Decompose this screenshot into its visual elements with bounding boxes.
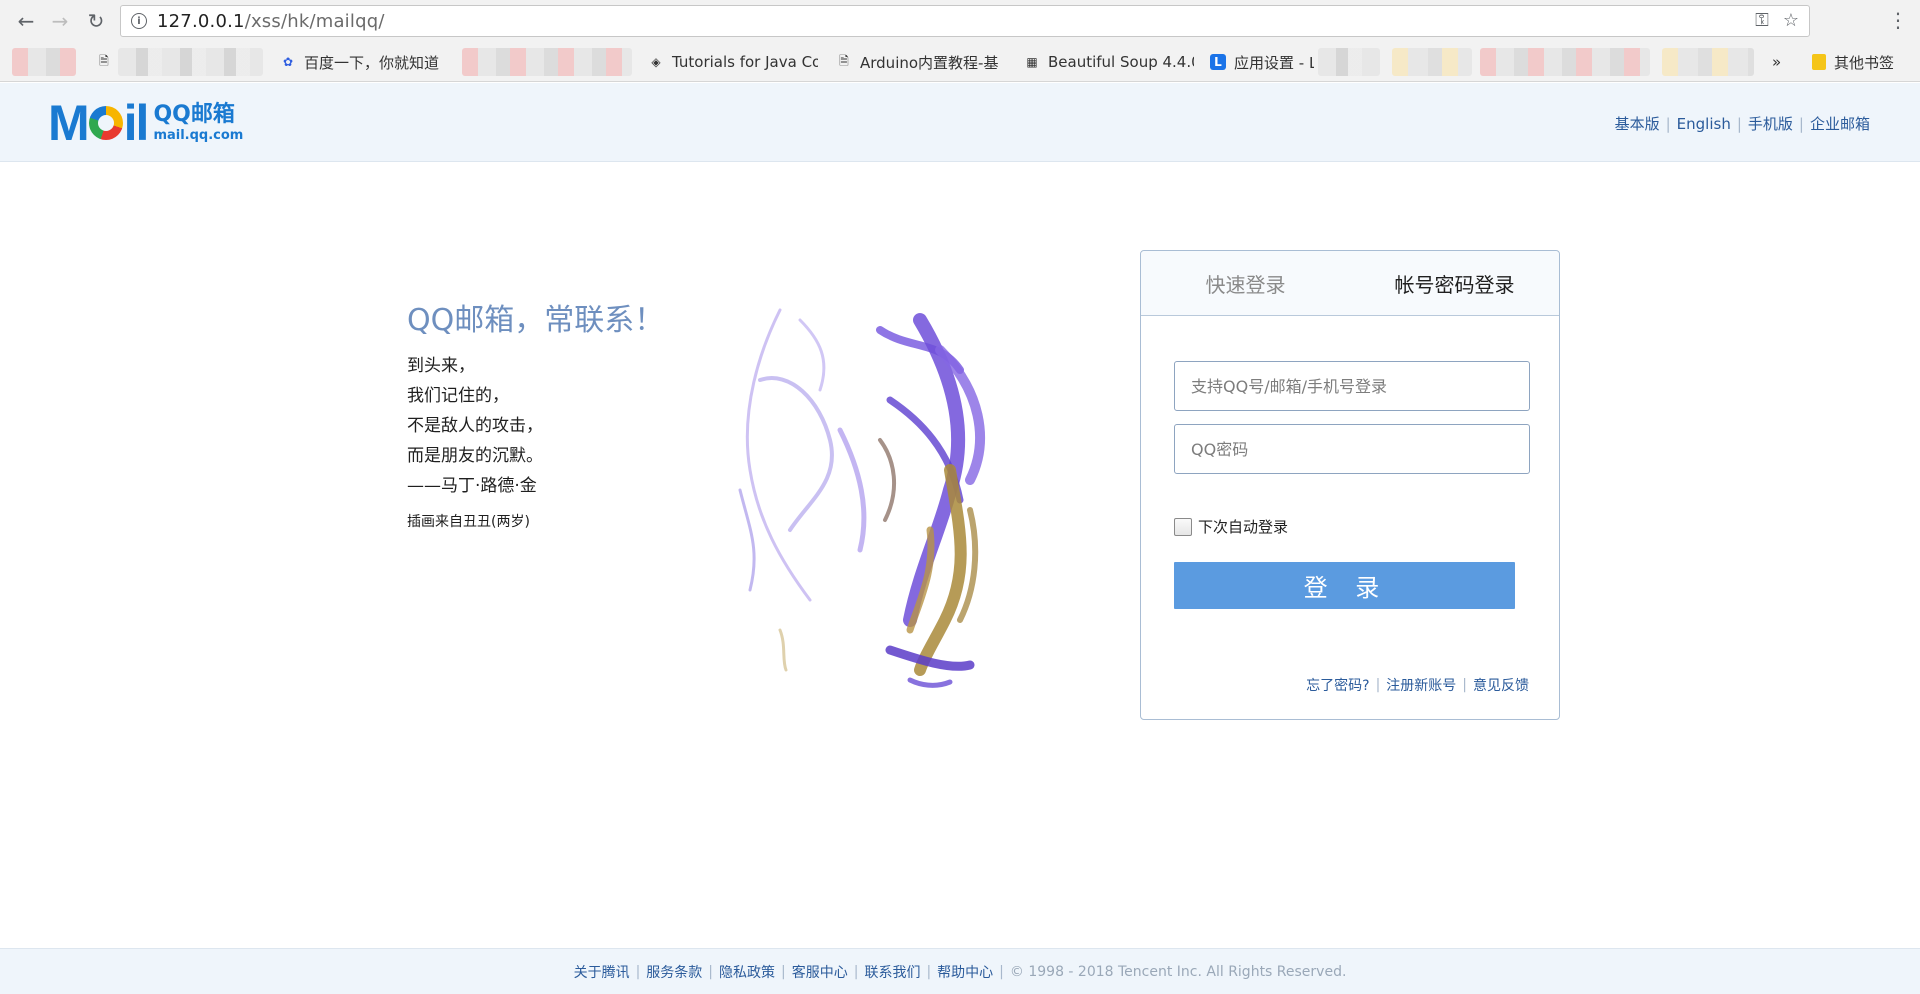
logo-mail-wordmark: Mil — [48, 95, 149, 151]
blurred-bookmark[interactable] — [1480, 48, 1650, 76]
auto-login-row: 下次自动登录 — [1174, 516, 1288, 537]
register-link[interactable]: 注册新账号 — [1386, 675, 1456, 695]
tab-quick-login[interactable]: 快速登录 — [1141, 251, 1350, 315]
book-icon: ▦ — [1026, 55, 1038, 69]
feedback-link[interactable]: 意见反馈 — [1473, 675, 1529, 695]
footer-copyright: © 1998 - 2018 Tencent Inc. All Rights Re… — [1009, 963, 1347, 980]
browser-toolbar: ← → ↻ i 127.0.0.1/xss/hk/mailqq/ ⚿ ☆ ⋮ — [0, 0, 1920, 42]
footer-help-link[interactable]: 帮助中心 — [937, 962, 993, 982]
bookmark-app-settings[interactable]: L 应用设置 - L — [1210, 51, 1314, 73]
site-header: Mil QQ邮箱 mail.qq.com 基本版 | English | 手机版 | … — [0, 83, 1920, 162]
login-tabs: 快速登录 帐号密码登录 — [1141, 251, 1559, 316]
arrow-left-icon: ← — [17, 9, 35, 33]
login-help-links: 忘了密码? | 注册新账号 | 意见反馈 — [1306, 675, 1529, 695]
footer-about-link[interactable]: 关于腾讯 — [574, 962, 630, 982]
menu-kebab-icon[interactable]: ⋮ — [1888, 8, 1908, 32]
folder-icon — [1812, 54, 1826, 70]
account-input[interactable] — [1174, 361, 1530, 411]
logo-domain: mail.qq.com — [153, 128, 244, 143]
blurred-bookmark[interactable] — [1318, 48, 1380, 76]
blurred-bookmark[interactable] — [1662, 48, 1754, 76]
url-host: 127.0.0.1 — [157, 10, 245, 32]
info-icon[interactable]: i — [131, 13, 147, 29]
footer-contact-link[interactable]: 联系我们 — [864, 962, 920, 982]
reload-button[interactable]: ↻ — [82, 7, 110, 35]
intro-section: QQ邮箱，常联系！ 到头来， 我们记住的， 不是敌人的攻击， 而是朋友的沉默。 … — [407, 295, 707, 531]
site-footer: 关于腾讯 | 服务条款 | 隐私政策 | 客服中心 | 联系我们 | 帮助中心 | © 19… — [0, 948, 1920, 994]
poem-line: 到头来， — [407, 356, 475, 376]
footer-support-link[interactable]: 客服中心 — [792, 962, 848, 982]
mobile-version-link[interactable]: 手机版 — [1748, 113, 1793, 134]
bookmark-java-tutorials[interactable]: ◈ Tutorials for Java Co — [648, 51, 818, 73]
blurred-bookmark[interactable] — [12, 48, 76, 76]
url-path: /xss/hk/mailqq/ — [244, 10, 385, 32]
url-text: 127.0.0.1/xss/hk/mailqq/ — [157, 11, 385, 32]
basic-version-link[interactable]: 基本版 — [1615, 113, 1660, 134]
key-icon[interactable]: ⚿ — [1755, 10, 1769, 31]
star-icon[interactable]: ☆ — [1783, 10, 1799, 31]
password-input[interactable] — [1174, 424, 1530, 474]
child-painting-illustration — [738, 308, 985, 688]
bookmarks-bar: 🗎 ✿ 百度一下，你就知道 ◈ Tutorials for Java Co 🗎 … — [0, 42, 1920, 82]
bookmarks-overflow[interactable]: » — [1772, 51, 1781, 73]
qq-mail-logo[interactable]: Mil QQ邮箱 mail.qq.com — [48, 95, 244, 151]
illustration-credit: 插画来自丑丑(两岁) — [407, 514, 530, 530]
intro-title: QQ邮箱，常联系！ — [407, 303, 665, 338]
login-button[interactable]: 登 录 — [1174, 562, 1515, 609]
back-button[interactable]: ← — [12, 7, 40, 35]
paw-icon: ✿ — [282, 55, 294, 69]
bookmark-baidu[interactable]: ✿ 百度一下，你就知道 — [280, 51, 450, 73]
bookmark-other[interactable]: 其他书签 — [1812, 51, 1894, 73]
poem-line: 我们记住的， — [407, 386, 509, 406]
blurred-bookmark[interactable] — [118, 48, 263, 76]
arrow-right-icon: → — [51, 9, 69, 33]
login-panel: 快速登录 帐号密码登录 下次自动登录 登 录 忘了密码?| 注册新账号| 意见反… — [1140, 250, 1560, 720]
forgot-password-link[interactable]: 忘了密码? — [1306, 675, 1369, 695]
english-link[interactable]: English — [1677, 115, 1731, 133]
header-links: 基本版 | English | 手机版 | 企业邮箱 — [1614, 113, 1870, 134]
footer-privacy-link[interactable]: 隐私政策 — [719, 962, 775, 982]
logo-bell-icon — [88, 106, 123, 140]
blurred-bookmark[interactable] — [1392, 48, 1472, 76]
l-icon: L — [1210, 54, 1226, 70]
address-bar[interactable]: i 127.0.0.1/xss/hk/mailqq/ ⚿ ☆ — [120, 5, 1810, 37]
forward-button[interactable]: → — [46, 7, 74, 35]
logo-title: QQ邮箱 — [153, 102, 235, 127]
auto-login-checkbox[interactable] — [1174, 517, 1192, 536]
auto-login-label[interactable]: 下次自动登录 — [1198, 516, 1288, 537]
diamond-icon: ◈ — [651, 55, 661, 69]
bookmark-arduino[interactable]: 🗎 Arduino内置教程-基 — [836, 51, 1006, 73]
tab-password-login[interactable]: 帐号密码登录 — [1350, 251, 1559, 315]
enterprise-mail-link[interactable]: 企业邮箱 — [1810, 113, 1870, 134]
poem-line: 不是敌人的攻击， — [407, 416, 543, 436]
footer-terms-link[interactable]: 服务条款 — [646, 962, 702, 982]
blurred-bookmark[interactable] — [462, 48, 632, 76]
page-icon: 🗎 — [99, 53, 109, 68]
page-icon: 🗎 — [839, 53, 849, 68]
reload-icon: ↻ — [87, 9, 105, 33]
bookmark-beautiful-soup[interactable]: ▦ Beautiful Soup 4.4.0 — [1024, 51, 1194, 73]
poem-author: ——马丁·路德·金 — [407, 476, 537, 496]
poem-line: 而是朋友的沉默。 — [407, 446, 543, 466]
